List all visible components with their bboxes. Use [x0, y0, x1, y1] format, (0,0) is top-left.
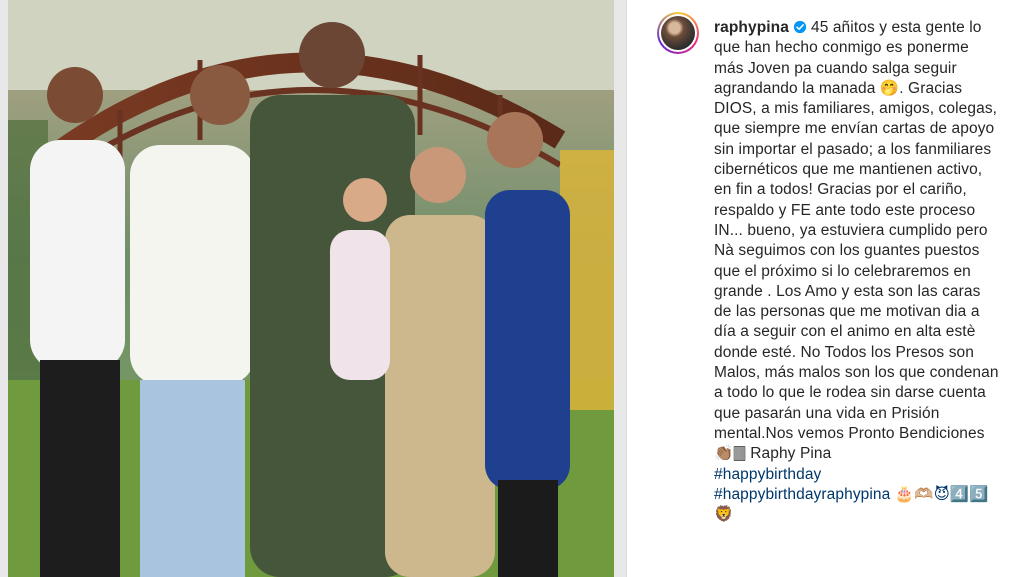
post-photo[interactable]	[0, 0, 626, 577]
caption-body: 45 añitos y esta gente lo que han hecho …	[714, 19, 999, 463]
lion-emoji: 🦁	[714, 506, 734, 524]
username-link[interactable]: raphypina	[714, 19, 789, 36]
family-photo	[0, 0, 626, 577]
hashtag-link-happybirthdayraphypina[interactable]: #happybirthdayraphypina 🎂🫶🏼😈4️⃣5️⃣	[714, 485, 1002, 505]
post-caption: raphypina 45 añitos y esta gente lo que …	[714, 18, 1002, 525]
avatar-image	[661, 16, 695, 50]
hashtag-link-happybirthday[interactable]: #happybirthday	[714, 465, 1002, 485]
verified-badge-icon	[793, 20, 807, 34]
avatar-ring	[659, 14, 697, 52]
avatar[interactable]	[657, 12, 699, 54]
caption-panel: raphypina 45 añitos y esta gente lo que …	[626, 0, 1025, 577]
